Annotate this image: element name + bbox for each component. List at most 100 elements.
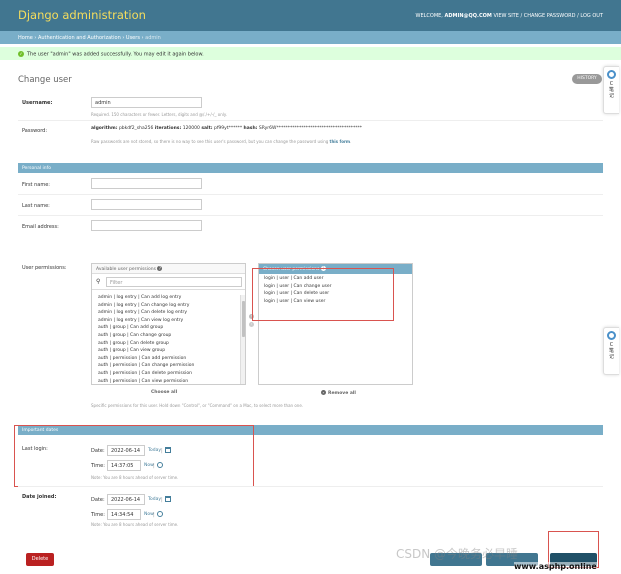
first-name-label: First name: xyxy=(22,182,50,188)
header: Django administration WELCOME, ADMIN@QQ.… xyxy=(0,0,621,31)
available-permissions-title: Available user permissions ? xyxy=(92,264,245,274)
separator: | xyxy=(161,497,163,503)
divider xyxy=(18,486,603,487)
algorithm-label: algorithm: xyxy=(91,126,118,131)
salt-value: pf99yt****** xyxy=(213,126,243,131)
choose-all-link[interactable]: Choose all xyxy=(151,390,177,395)
search-icon: ⚲ xyxy=(96,278,101,285)
history-button[interactable]: HISTORY xyxy=(572,74,602,84)
page-title: Change user xyxy=(18,75,72,85)
highlight-box xyxy=(252,268,394,321)
check-icon: ✓ xyxy=(18,51,24,57)
remove-icon: - xyxy=(321,390,326,395)
permission-option[interactable]: auth | permission | Can delete permissio… xyxy=(98,371,192,376)
divider xyxy=(18,120,603,121)
breadcrumb-app[interactable]: Authentication and Authorization xyxy=(38,35,121,41)
delete-button[interactable]: Delete xyxy=(26,553,54,566)
remove-all-link[interactable]: - Remove all xyxy=(321,390,356,396)
note-ring-icon xyxy=(607,70,616,79)
welcome-text: WELCOME, xyxy=(415,13,443,19)
username-label: Username: xyxy=(22,100,53,106)
password-help: Raw passwords are not stored, so there i… xyxy=(91,139,351,144)
watermark: CSDN @今晚务必早睡 xyxy=(396,547,519,561)
side-note-widget[interactable]: C 笔 记 xyxy=(603,327,619,375)
separator: / xyxy=(520,13,523,19)
logout-link[interactable]: LOG OUT xyxy=(580,13,603,19)
breadcrumb-current: admin xyxy=(145,35,161,41)
breadcrumb: Home › Authentication and Authorization … xyxy=(0,31,621,44)
filter-bar: ⚲ Filter xyxy=(92,274,245,290)
breadcrumb-model[interactable]: Users xyxy=(126,35,140,41)
divider xyxy=(18,194,603,195)
breadcrumb-sep: › xyxy=(34,35,37,41)
available-permissions-title-text: Available user permissions xyxy=(96,267,156,272)
permission-option[interactable]: auth | group | Can change group xyxy=(98,333,171,338)
side-widget-text: 记 xyxy=(608,93,614,99)
permission-option[interactable]: auth | group | Can view group xyxy=(98,348,165,353)
breadcrumb-sep: › xyxy=(141,35,144,41)
password-help-end: . xyxy=(350,139,352,144)
note-ring-icon xyxy=(607,331,616,340)
move-left-arrow-icon[interactable]: ‹ xyxy=(249,322,254,327)
separator: / xyxy=(577,13,579,19)
username-text: ADMIN@QQ.COM xyxy=(444,13,492,19)
permission-option[interactable]: admin | log entry | Can add log entry xyxy=(98,295,181,300)
permission-option[interactable]: admin | log entry | Can change log entry xyxy=(98,303,189,308)
side-note-widget[interactable]: C 笔 记 xyxy=(603,66,619,114)
personal-info-header: Personal info xyxy=(18,163,603,173)
breadcrumb-home[interactable]: Home xyxy=(18,35,33,41)
side-widget-text: 记 xyxy=(608,354,614,360)
permission-option[interactable]: auth | permission | Can view permission xyxy=(98,379,188,384)
hash-value: SRyr6W**********************************… xyxy=(258,126,362,131)
success-message-text: The user "admin" was added successfully.… xyxy=(27,51,204,58)
permission-option[interactable]: auth | group | Can delete group xyxy=(98,341,169,346)
permission-option[interactable]: admin | log entry | Can delete log entry xyxy=(98,310,187,315)
change-password-form-link[interactable]: this form xyxy=(330,139,351,144)
breadcrumb-sep: › xyxy=(122,35,125,41)
first-name-input[interactable] xyxy=(91,178,202,189)
clock-icon[interactable] xyxy=(157,511,163,517)
permissions-help: Specific permissions for this user. Hold… xyxy=(91,403,304,408)
password-summary: algorithm: pbkdf2_sha256 iterations: 120… xyxy=(91,126,362,131)
permission-option[interactable]: admin | log entry | Can view log entry xyxy=(98,318,183,323)
remove-all-text: Remove all xyxy=(328,391,356,396)
salt-label: salt: xyxy=(201,126,213,131)
success-message: ✓ The user "admin" was added successfully… xyxy=(0,47,621,60)
date-joined-label: Date joined: xyxy=(22,494,57,500)
permission-option[interactable]: auth | permission | Can change permissio… xyxy=(98,363,194,368)
hash-label: hash: xyxy=(243,126,258,131)
algorithm-value: pbkdf2_sha256 xyxy=(118,126,154,131)
page: Django administration WELCOME, ADMIN@QQ.… xyxy=(0,0,621,574)
filter-input[interactable]: Filter xyxy=(106,277,242,287)
site-watermark: www.asphp.online xyxy=(514,562,597,571)
scrollbar[interactable] xyxy=(240,295,245,384)
iterations-label: iterations: xyxy=(154,126,182,131)
scrollbar-thumb[interactable] xyxy=(242,301,245,337)
user-tools: WELCOME, ADMIN@QQ.COM VIEW SITE / CHANGE… xyxy=(416,13,603,19)
help-icon: ? xyxy=(157,266,163,271)
email-input[interactable] xyxy=(91,220,202,231)
user-permissions-label: User permissions: xyxy=(22,265,67,271)
email-label: Email address: xyxy=(22,224,59,230)
password-label: Password: xyxy=(22,128,48,134)
permission-option[interactable]: auth | permission | Can add permission xyxy=(98,356,186,361)
available-permissions-box: Available user permissions ? ⚲ Filter ad… xyxy=(91,263,246,385)
timezone-note: Note: You are 8 hours ahead of server ti… xyxy=(91,522,179,527)
permission-option[interactable]: auth | group | Can add group xyxy=(98,325,163,330)
view-site-link[interactable]: VIEW SITE xyxy=(493,13,518,19)
today-link[interactable]: Today xyxy=(148,497,161,502)
calendar-icon[interactable] xyxy=(165,496,171,502)
change-password-link[interactable]: CHANGE PASSWORD xyxy=(524,13,576,19)
username-help: Required. 150 characters or fewer. Lette… xyxy=(91,112,227,117)
date-label: Date: xyxy=(91,497,105,503)
site-brand[interactable]: Django administration xyxy=(18,8,146,22)
iterations-value: 120000 xyxy=(182,126,200,131)
password-help-text: Raw passwords are not stored, so there i… xyxy=(91,139,329,144)
date-joined-date-input[interactable]: 2022-06-14 xyxy=(107,494,145,505)
divider xyxy=(18,215,603,216)
separator: | xyxy=(153,512,155,518)
last-name-input[interactable] xyxy=(91,199,202,210)
time-label: Time: xyxy=(91,512,105,518)
username-input[interactable]: admin xyxy=(91,97,202,108)
date-joined-time-input[interactable]: 14:34:54 xyxy=(107,509,141,520)
